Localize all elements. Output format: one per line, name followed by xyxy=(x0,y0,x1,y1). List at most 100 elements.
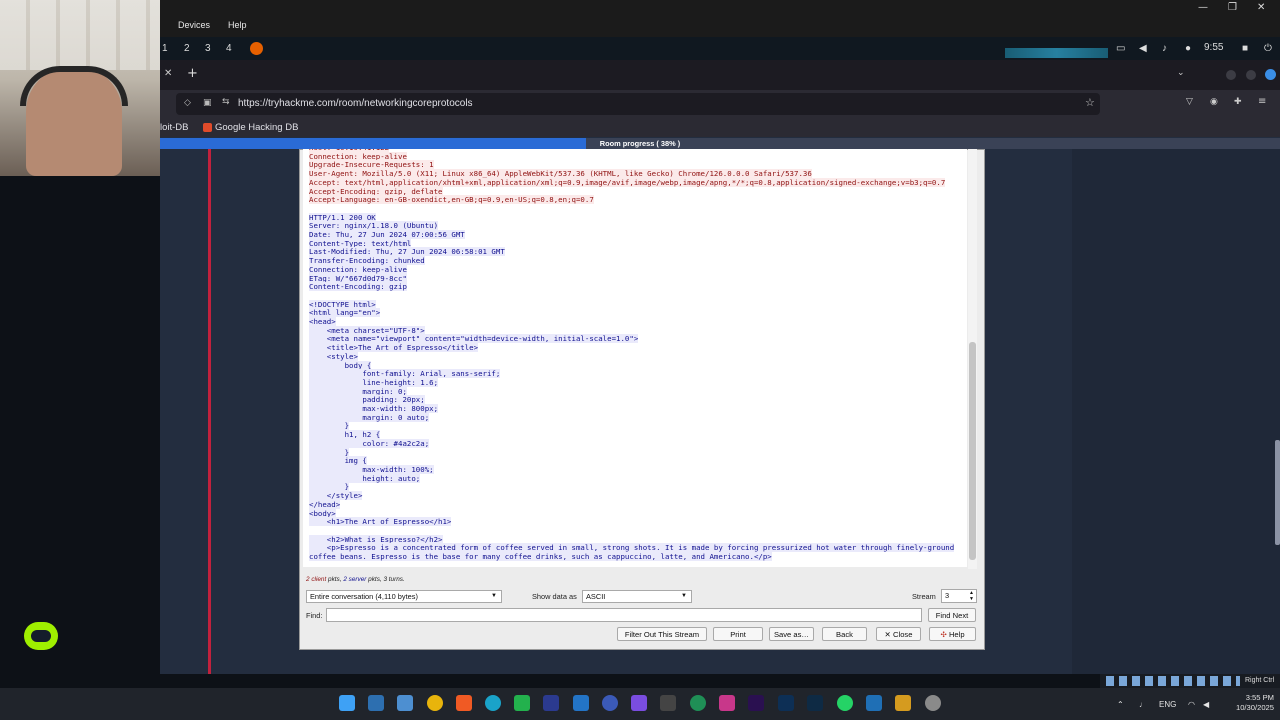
workspace-1[interactable]: 1 xyxy=(162,43,168,54)
close-tab-icon[interactable]: ✕ xyxy=(164,68,172,79)
extensions-icon[interactable]: ✚ xyxy=(1234,97,1242,107)
lock-icon[interactable]: ▣ xyxy=(203,98,212,108)
workspace-switcher: 1 2 3 4 xyxy=(162,43,242,57)
chrome-icon[interactable] xyxy=(427,695,443,711)
app-icon-3[interactable] xyxy=(660,695,676,711)
stream-spinbox[interactable]: 3 ▲ ▼ xyxy=(941,589,977,603)
app-icon-2[interactable] xyxy=(631,695,647,711)
guest-panel xyxy=(160,37,1280,60)
edge-icon[interactable] xyxy=(485,695,501,711)
volume-icon[interactable]: ◀ xyxy=(1139,43,1147,54)
bookmark-star-icon[interactable]: ☆ xyxy=(1085,96,1095,109)
webcam-overlay xyxy=(0,0,160,176)
stream-line: Connection: keep-alive xyxy=(309,264,407,274)
clock-time: 3:55 PM xyxy=(1245,693,1274,702)
pocket-icon[interactable]: ▽ xyxy=(1186,97,1193,107)
stream-line: max-width: 800px; xyxy=(309,404,439,414)
lock-icon[interactable]: ■ xyxy=(1242,43,1248,54)
webcam-shelves xyxy=(0,0,160,70)
vscode-icon[interactable] xyxy=(573,695,589,711)
close-window-icon[interactable]: ✕ xyxy=(1257,2,1265,13)
stream-line: HTTP/1.1 200 OK xyxy=(309,212,376,222)
lightroom-icon[interactable] xyxy=(807,695,823,711)
conversation-select-value: Entire conversation (4,110 bytes) xyxy=(310,592,418,601)
workspace-3[interactable]: 3 xyxy=(205,43,211,54)
app-icon-4[interactable] xyxy=(690,695,706,711)
clock[interactable]: 3:55 PM 10/30/2025 xyxy=(1226,693,1274,713)
page-scrollbar[interactable] xyxy=(1275,440,1280,545)
stream-line: <h1>The Art of Espresso</h1> xyxy=(309,517,452,527)
dropdown-arrow-icon: ▼ xyxy=(681,593,687,599)
show-data-as-select[interactable]: ASCII ▼ xyxy=(582,590,692,603)
help-button[interactable]: ✣ Help xyxy=(929,627,976,641)
stream-line: Accept-Language: en-GB-oxendict,en-GB;q=… xyxy=(309,195,594,205)
vm-status-icons[interactable] xyxy=(1106,676,1240,686)
stream-scrollbar-thumb[interactable] xyxy=(969,342,976,560)
find-input[interactable] xyxy=(326,608,922,622)
firefox-icon[interactable] xyxy=(250,42,263,55)
speaker-icon[interactable]: ◀ xyxy=(1203,700,1209,709)
stream-line: Server: nginx/1.18.0 (Ubuntu) xyxy=(309,221,439,231)
filter-out-stream-button[interactable]: Filter Out This Stream xyxy=(617,627,707,641)
account-icon[interactable]: ◉ xyxy=(1210,97,1218,107)
power-off-icon[interactable]: ⏻ xyxy=(1264,43,1272,54)
client-request-text: Host: 10.10.41.122 Connection: keep-aliv… xyxy=(309,149,954,205)
minimize-icon[interactable]: — xyxy=(1198,2,1208,13)
stream-line: margin: 0; xyxy=(309,386,407,396)
tray-overflow-icon[interactable]: ⌃ xyxy=(1117,700,1124,709)
app-icon-7[interactable] xyxy=(925,695,941,711)
find-next-button[interactable]: Find Next xyxy=(928,608,976,622)
explorer-icon[interactable] xyxy=(397,695,413,711)
start-icon[interactable] xyxy=(339,695,355,711)
help-button-label: Help xyxy=(948,630,965,639)
menu-devices[interactable]: Devices xyxy=(178,20,210,30)
stream-line: <style> xyxy=(309,351,358,361)
bookmark-google-hacking-db[interactable]: Google Hacking DB xyxy=(215,122,298,133)
save-as-button[interactable]: Save as… xyxy=(769,627,814,641)
wifi-icon[interactable]: ◠ xyxy=(1188,700,1195,709)
workspace-4[interactable]: 4 xyxy=(226,43,232,54)
power-icon[interactable]: ● xyxy=(1185,43,1191,54)
stream-line: <h2>What is Espresso?</h2> xyxy=(309,534,443,544)
dropdown-arrow-icon: ▼ xyxy=(491,593,497,599)
tab-list-icon[interactable]: ⌄ xyxy=(1177,68,1185,78)
client-pkts-suffix: pkts, xyxy=(326,576,344,583)
pycharm-icon[interactable] xyxy=(514,695,530,711)
permissions-icon[interactable]: ⇆ xyxy=(222,97,230,107)
app-icon-5[interactable] xyxy=(719,695,735,711)
shield-icon[interactable]: ◇ xyxy=(184,98,191,108)
close-button[interactable]: ✕ Close xyxy=(876,627,921,641)
virtualbox-icon[interactable] xyxy=(866,695,882,711)
dev-tool-icon[interactable] xyxy=(543,695,559,711)
bookmark-exploit-db[interactable]: loit-DB xyxy=(160,122,189,133)
google-hacking-db-icon xyxy=(203,123,212,132)
tryhackme-bot-icon[interactable] xyxy=(24,622,58,650)
menu-icon[interactable]: ≡ xyxy=(1258,96,1266,107)
new-tab-icon[interactable]: + xyxy=(187,66,198,81)
window-min-dot[interactable] xyxy=(1226,70,1236,80)
print-button[interactable]: Print xyxy=(713,627,763,641)
language-indicator[interactable]: ENG xyxy=(1159,700,1176,709)
taskview-icon[interactable] xyxy=(368,695,384,711)
menu-help[interactable]: Help xyxy=(228,20,247,30)
workspace-2[interactable]: 2 xyxy=(184,43,190,54)
url-text[interactable]: https://tryhackme.com/room/networkingcor… xyxy=(238,98,473,109)
photoshop-icon[interactable] xyxy=(778,695,794,711)
premiere-icon[interactable] xyxy=(748,695,764,711)
display-icon[interactable]: ▭ xyxy=(1116,43,1125,54)
stream-line: h1, h2 { xyxy=(309,430,381,440)
app-icon-1[interactable] xyxy=(602,695,618,711)
mic-icon[interactable]: ♩ xyxy=(1139,700,1147,709)
window-close-dot[interactable] xyxy=(1265,69,1276,80)
app-icon-6[interactable] xyxy=(895,695,911,711)
back-button[interactable]: Back xyxy=(822,627,867,641)
conversation-select[interactable]: Entire conversation (4,110 bytes) ▼ xyxy=(306,590,502,603)
window-max-dot[interactable] xyxy=(1246,70,1256,80)
stream-text-view[interactable]: Host: 10.10.41.122 Connection: keep-aliv… xyxy=(303,149,967,567)
whatsapp-icon[interactable] xyxy=(837,695,853,711)
help-icon: ✣ xyxy=(940,630,947,639)
restore-icon[interactable]: ❐ xyxy=(1228,2,1237,13)
bell-icon[interactable]: ♪ xyxy=(1162,43,1167,54)
spin-arrows-icon[interactable]: ▲ ▼ xyxy=(969,590,974,602)
brave-icon[interactable] xyxy=(456,695,472,711)
